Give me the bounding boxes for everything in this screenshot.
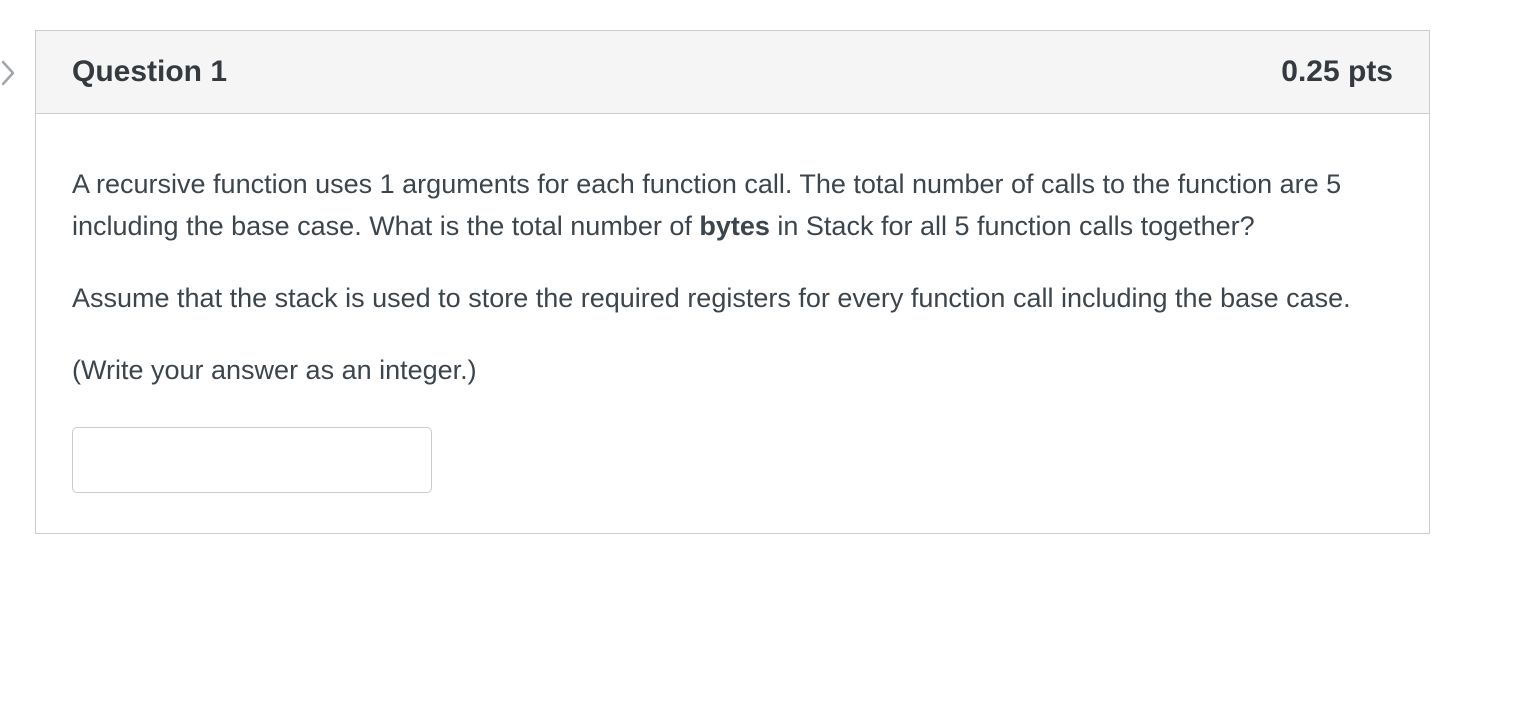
question-body: A recursive function uses 1 arguments fo… xyxy=(36,114,1429,533)
answer-input[interactable] xyxy=(72,427,432,493)
question-header: Question 1 0.25 pts xyxy=(36,31,1429,114)
question-paragraph-3: (Write your answer as an integer.) xyxy=(72,350,1393,392)
question-text-bold: bytes xyxy=(699,211,770,241)
question-card: Question 1 0.25 pts A recursive function… xyxy=(35,30,1430,534)
question-points: 0.25 pts xyxy=(1281,55,1393,89)
question-title: Question 1 xyxy=(72,55,227,89)
chevron-right-icon xyxy=(0,60,20,86)
question-text-part2: in Stack for all 5 function calls togeth… xyxy=(770,211,1255,241)
question-paragraph-2: Assume that the stack is used to store t… xyxy=(72,278,1393,320)
question-paragraph-1: A recursive function uses 1 arguments fo… xyxy=(72,164,1393,248)
